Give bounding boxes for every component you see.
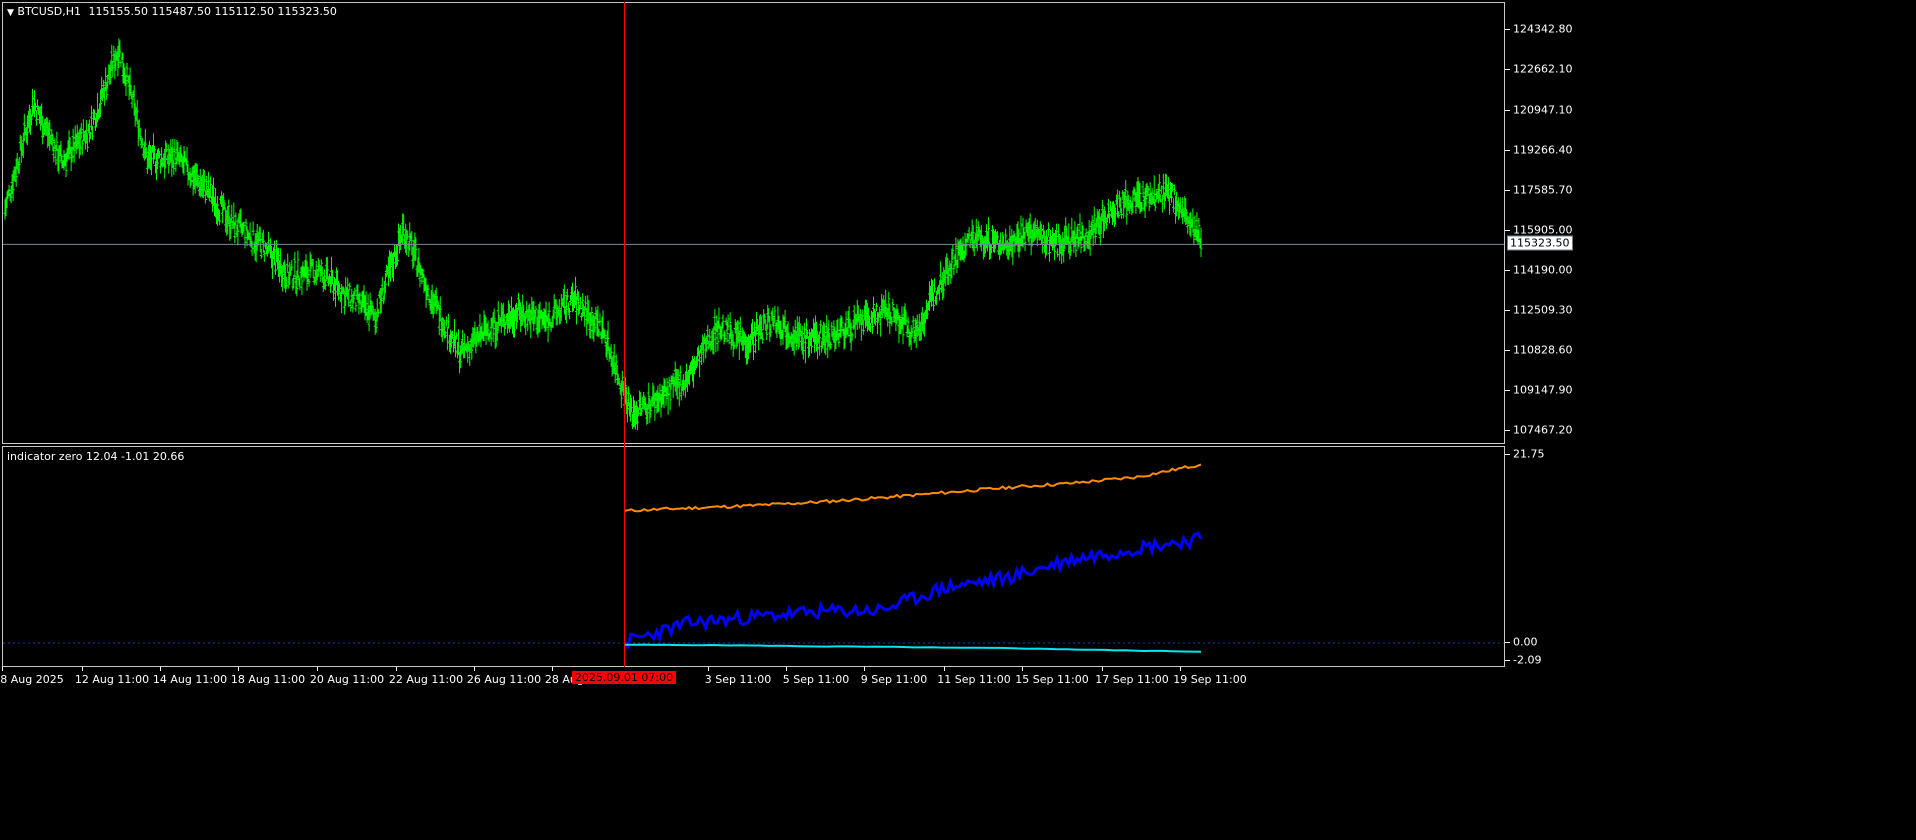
time-tick-mark [474, 667, 475, 671]
price-bar [1056, 248, 1060, 258]
price-tick-mark [1505, 270, 1510, 272]
indicator-scale[interactable]: 21.75 0.00 -2.09 [1505, 446, 1916, 667]
price-bar [1172, 198, 1176, 213]
price-bar [444, 316, 448, 327]
time-tick-mark [2, 667, 3, 671]
price-tick-label: 124342.80 [1513, 22, 1573, 36]
price-tick-mark [1505, 149, 1510, 151]
collapse-arrow-icon[interactable]: ▼ [7, 8, 14, 18]
price-tick-mark [1505, 109, 1510, 111]
time-tick-mark [1180, 667, 1181, 671]
price-tick-mark [1505, 430, 1510, 431]
time-tick-mark [786, 667, 787, 671]
indicator-tick-mark [1505, 641, 1510, 643]
price-tick-label: 107467.20 [1513, 423, 1573, 437]
price-bar [119, 59, 123, 68]
price-tick-label: 122662.10 [1513, 62, 1573, 76]
symbol-ohlc: 115155.50 115487.50 115112.50 115323.50 [88, 5, 337, 18]
price-bar [286, 253, 290, 274]
price-tick-label: 120947.10 [1513, 103, 1573, 117]
time-tick-label: 5 Sep 11:00 [782, 673, 850, 686]
time-tick-mark [317, 667, 318, 671]
price-bar [251, 221, 255, 236]
price-bar [803, 335, 807, 364]
price-scale[interactable]: 124342.80 122662.10 120947.10 119266.40 1175… [1505, 2, 1916, 444]
price-chart-panel[interactable]: ▼ BTCUSD,H1 115155.50 115487.50 115112.5… [2, 2, 1505, 444]
time-tick-mark [944, 667, 945, 671]
time-tick-mark [160, 667, 161, 671]
indicator-name: indicator zero [7, 450, 83, 463]
indicator-line-cyan [624, 643, 1202, 653]
cursor-time-label: 2025.09.01 07:00 [571, 671, 677, 684]
price-chart-svg [3, 38, 1504, 431]
time-tick-mark [396, 667, 397, 671]
price-bar [125, 62, 129, 78]
time-tick-label: 17 Sep 11:00 [1095, 673, 1169, 686]
price-tick-mark [1505, 189, 1510, 191]
time-tick-mark [1022, 667, 1023, 671]
indicator-line-orange [624, 463, 1202, 513]
indicator-tick-label: 0.00 [1513, 635, 1538, 649]
time-tick-mark [552, 667, 553, 671]
symbol-header: ▼ BTCUSD,H1 115155.50 115487.50 115112.5… [7, 5, 337, 18]
indicator-line-blue [623, 531, 1203, 651]
price-tick-mark [1505, 310, 1510, 312]
price-tick-mark [1505, 350, 1510, 352]
price-tick-label: 109147.90 [1513, 383, 1573, 397]
price-bar [598, 313, 602, 327]
time-tick-label: 8 Aug 2025 [0, 673, 64, 686]
indicator-panel[interactable]: indicator zero 12.04 -1.01 20.66 [2, 446, 1505, 667]
time-tick-label: 11 Sep 11:00 [937, 673, 1011, 686]
indicator-tick-mark [1505, 454, 1510, 455]
time-tick-label: 18 Aug 11:00 [230, 673, 306, 686]
time-tick-mark [864, 667, 865, 671]
time-tick-label: 20 Aug 11:00 [309, 673, 385, 686]
price-tick-mark [1505, 390, 1510, 392]
time-tick-label: 14 Aug 11:00 [152, 673, 228, 686]
price-tick-mark [1505, 68, 1510, 70]
time-tick-label: 15 Sep 11:00 [1015, 673, 1089, 686]
price-bar [445, 326, 449, 351]
time-tick-mark [1102, 667, 1103, 671]
indicator-tick-label: -2.09 [1513, 653, 1542, 667]
current-price-tag: 115323.50 [1507, 235, 1573, 251]
time-tick-label: 9 Sep 11:00 [860, 673, 928, 686]
time-tick-label: 22 Aug 11:00 [388, 673, 464, 686]
price-bar [933, 278, 937, 293]
price-tick-label: 110828.60 [1513, 343, 1573, 357]
crosshair-vertical-line [624, 2, 625, 667]
time-tick-label: 3 Sep 11:00 [704, 673, 772, 686]
time-tick-label: 19 Sep 11:00 [1173, 673, 1247, 686]
price-bar [1141, 180, 1145, 198]
price-bar [293, 252, 297, 277]
price-bar [35, 110, 39, 126]
price-tick-label: 112509.30 [1513, 303, 1573, 317]
time-tick-label: 26 Aug 11:00 [466, 673, 542, 686]
time-axis[interactable]: 8 Aug 2025 12 Aug 11:00 14 Aug 11:00 18 Aug… [0, 667, 1505, 687]
price-bar [243, 232, 247, 249]
time-tick-label: 12 Aug 11:00 [74, 673, 150, 686]
indicator-values: 12.04 -1.01 20.66 [85, 450, 185, 463]
price-tick-mark [1505, 29, 1510, 30]
indicator-tick-mark [1505, 660, 1510, 661]
price-bar [354, 302, 358, 312]
symbol-name: BTCUSD,H1 [17, 5, 81, 18]
price-bar [1046, 222, 1050, 237]
time-tick-mark [238, 667, 239, 671]
price-tick-label: 117585.70 [1513, 183, 1573, 197]
time-tick-mark [708, 667, 709, 671]
indicator-header: indicator zero 12.04 -1.01 20.66 [7, 450, 184, 463]
price-tick-label: 119266.40 [1513, 143, 1573, 157]
indicator-svg [3, 463, 1504, 653]
indicator-tick-label: 21.75 [1513, 447, 1545, 461]
price-bar [875, 302, 879, 311]
time-tick-mark [82, 667, 83, 671]
price-tick-label: 114190.00 [1513, 263, 1573, 277]
price-tick-mark [1505, 229, 1510, 231]
price-tick-label: 115905.00 [1513, 223, 1573, 236]
